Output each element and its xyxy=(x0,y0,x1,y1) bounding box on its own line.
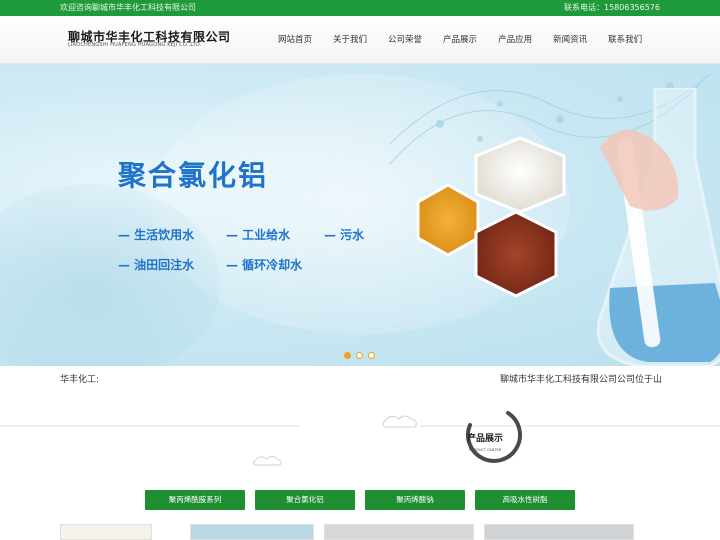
product-thumbnail-row xyxy=(60,524,660,540)
news-ticker-text[interactable]: 聊城市华丰化工科技有限公司公司位于山 xyxy=(500,372,662,385)
use-oilfield-reinjection: — 油田回注水 xyxy=(118,258,195,272)
cloud-icon xyxy=(253,415,417,466)
hero-banner[interactable]: 聚合氯化铝 — 生活饮用水 — 工业给水 — 污水 — 油田回注水 — 循环冷却… xyxy=(0,64,720,366)
tab-polyacrylamide[interactable]: 聚丙烯酰胺系列 xyxy=(145,490,245,510)
use-sewage: — 污水 xyxy=(324,228,365,242)
hexagon-red-powder xyxy=(474,210,558,298)
product-hexagons xyxy=(416,136,566,298)
slide-dot-1[interactable] xyxy=(344,352,351,359)
nav-item-honors[interactable]: 公司荣誉 xyxy=(388,16,422,64)
nav-item-news[interactable]: 新闻资讯 xyxy=(553,16,587,64)
banner-title: 聚合氯化铝 xyxy=(118,159,269,192)
slide-dot-2[interactable] xyxy=(356,352,363,359)
tab-polyaluminum-chloride[interactable]: 聚合氯化铝 xyxy=(255,490,355,510)
product-thumbnail[interactable] xyxy=(60,524,152,540)
product-thumbnail[interactable] xyxy=(324,524,474,540)
nav-item-about[interactable]: 关于我们 xyxy=(333,16,367,64)
site-header: 聊城市华丰化工科技有限公司 LIAOCHENGSHI HUAFENG HUAGO… xyxy=(0,16,720,64)
flask-illustration xyxy=(596,88,720,366)
slide-dot-3[interactable] xyxy=(368,352,375,359)
nav-item-home[interactable]: 网站首页 xyxy=(278,16,312,64)
company-name-en: LIAOCHENGSHI HUAFENG HUAGONG KEJI CO.,LT… xyxy=(68,42,202,48)
hexagon-white-powder xyxy=(474,136,566,214)
use-circulating-cooling: — 循环冷却水 xyxy=(226,258,303,272)
news-label: 华丰化工: xyxy=(60,375,100,385)
product-thumbnail[interactable] xyxy=(484,524,634,540)
section-heading-en: PRODUCT CENTER xyxy=(469,448,502,452)
welcome-text: 欢迎咨询聊城市华丰化工科技有限公司 xyxy=(60,3,196,12)
slide-indicators xyxy=(344,352,375,359)
section-heading: 产品展示 xyxy=(467,432,503,444)
product-category-tabs: 聚丙烯酰胺系列 聚合氯化铝 聚丙烯酸钠 高吸水性树脂 xyxy=(145,490,575,510)
tab-sodium-polyacrylate[interactable]: 聚丙烯酸钠 xyxy=(365,490,465,510)
nav-item-products[interactable]: 产品展示 xyxy=(443,16,477,64)
tab-super-absorbent-resin[interactable]: 高吸水性树脂 xyxy=(475,490,575,510)
phone-text: 联系电话：15806356576 xyxy=(564,3,660,12)
use-industrial-water: — 工业给水 xyxy=(226,228,291,242)
product-thumbnail[interactable] xyxy=(190,524,314,540)
hexagon-orange-powder xyxy=(416,183,480,257)
nav-item-contact[interactable]: 联系我们 xyxy=(608,16,642,64)
main-nav: 网站首页 关于我们 公司荣誉 产品展示 产品应用 新闻资讯 联系我们 xyxy=(278,16,663,64)
section-heading-decoration: 产品展示 PRODUCT CENTER xyxy=(0,411,720,466)
use-drinking-water: — 生活饮用水 xyxy=(118,228,195,242)
top-bar: 欢迎咨询聊城市华丰化工科技有限公司 联系电话：15806356576 xyxy=(0,0,720,16)
nav-item-applications[interactable]: 产品应用 xyxy=(498,16,532,64)
